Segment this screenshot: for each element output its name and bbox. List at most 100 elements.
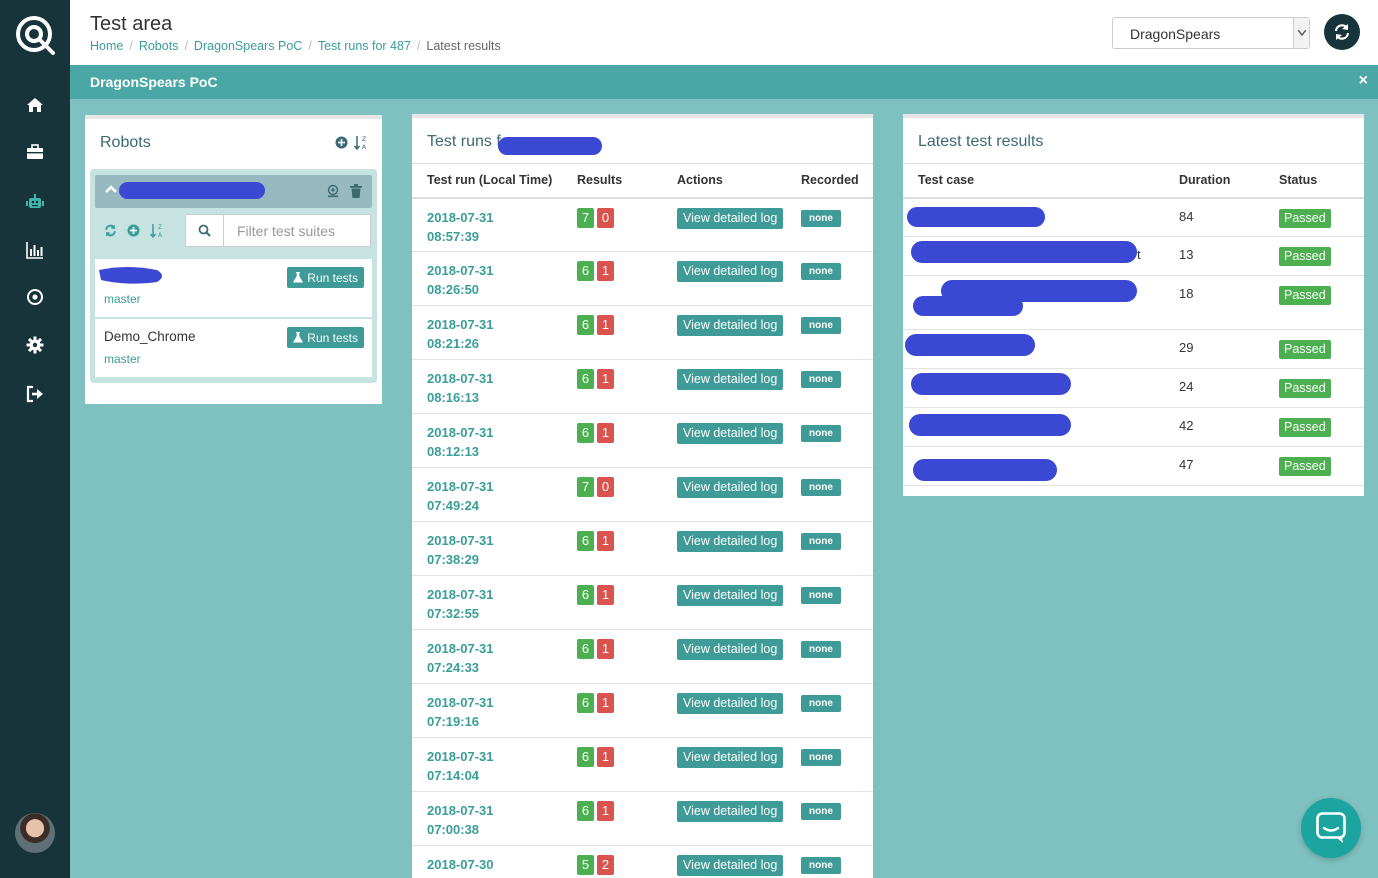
breadcrumb-test-runs[interactable]: Test runs for 487 xyxy=(318,39,411,53)
view-detailed-log-button[interactable]: View detailed log xyxy=(677,801,784,822)
test-run-row: 2018-07-31 08:16:13 6 1 View detailed log no… xyxy=(412,359,873,414)
nav-settings[interactable] xyxy=(0,325,70,365)
recorded-badge: none xyxy=(801,371,841,388)
view-detailed-log-button[interactable]: View detailed log xyxy=(677,207,784,229)
robot-settings-icon[interactable] xyxy=(326,184,340,198)
nav-logout[interactable] xyxy=(0,374,70,414)
run-tests-label: Run tests xyxy=(307,270,358,285)
robot-header[interactable] xyxy=(95,175,372,208)
filter-test-suites-input[interactable] xyxy=(224,215,370,246)
recorded-badge: none xyxy=(801,479,841,496)
test-run-date[interactable]: 2018-07-31 07:00:38 xyxy=(427,801,562,839)
view-detailed-log-button[interactable]: View detailed log xyxy=(677,747,784,768)
nav-projects[interactable] xyxy=(0,132,70,172)
flask-icon xyxy=(293,272,304,283)
run-tests-button[interactable]: Run tests xyxy=(287,327,364,348)
add-suite-icon[interactable] xyxy=(127,224,140,237)
suite-item[interactable]: master Run tests xyxy=(95,259,372,317)
test-run-row: 2018-07-31 07:49:24 7 0 View detailed log no… xyxy=(412,467,873,522)
target-icon xyxy=(27,289,43,305)
column-test-case[interactable]: Test case xyxy=(903,163,1179,199)
test-run-date[interactable]: 2018-07-31 08:57:39 xyxy=(427,208,562,246)
failed-count: 1 xyxy=(597,801,614,821)
redacted-test-name xyxy=(911,373,1071,395)
breadcrumb-home[interactable]: Home xyxy=(90,39,123,53)
status-badge: Passed xyxy=(1279,286,1331,305)
test-run-date[interactable]: 2018-07-31 08:16:13 xyxy=(427,369,562,407)
suite-filter xyxy=(185,214,371,247)
close-icon[interactable]: × xyxy=(1359,72,1368,90)
test-result-row: t 13 Passed xyxy=(903,236,1364,276)
run-tests-button[interactable]: Run tests xyxy=(287,267,364,288)
passed-count: 6 xyxy=(577,585,594,605)
robots-panel: Robots ZA ZA master xyxy=(85,115,382,404)
briefcase-icon xyxy=(27,144,43,159)
test-run-date[interactable]: 2018-07-31 07:38:29 xyxy=(427,531,562,569)
failed-count: 1 xyxy=(597,369,614,389)
recorded-badge: none xyxy=(801,317,841,334)
chat-button[interactable] xyxy=(1301,798,1361,858)
test-result-row: Partner Details Tab47Passed xyxy=(903,446,1364,486)
view-detailed-log-button[interactable]: View detailed log xyxy=(677,531,784,552)
nav-reports[interactable] xyxy=(0,230,70,270)
test-run-date[interactable]: 2018-07-31 08:21:26 xyxy=(427,315,562,353)
refresh-button[interactable] xyxy=(1324,14,1360,50)
column-results[interactable]: Results xyxy=(562,163,662,199)
app-logo-icon[interactable] xyxy=(14,14,56,56)
user-avatar[interactable] xyxy=(15,813,55,853)
recorded-badge: none xyxy=(801,425,841,442)
column-status[interactable]: Status xyxy=(1279,163,1364,199)
recorded-badge: none xyxy=(801,749,841,766)
test-result-row: 84 Passed xyxy=(903,197,1364,237)
sort-suites-icon[interactable]: ZA xyxy=(150,223,164,238)
organization-select[interactable]: DragonSpears xyxy=(1112,17,1310,49)
view-detailed-log-button[interactable]: View detailed log xyxy=(677,261,784,282)
view-detailed-log-button[interactable]: View detailed log xyxy=(677,369,784,390)
add-robot-icon[interactable] xyxy=(335,136,348,149)
test-runs-panel: Test runs f Test run (Local Time) Result… xyxy=(412,114,873,878)
column-recorded[interactable]: Recorded xyxy=(799,163,873,199)
status-badge: Passed xyxy=(1279,208,1331,228)
test-run-date[interactable]: 2018-07-30 15:46:10 xyxy=(427,855,562,878)
suite-branch: master xyxy=(104,292,141,306)
test-run-date[interactable]: 2018-07-31 07:24:33 xyxy=(427,639,562,677)
test-run-date[interactable]: 2018-07-31 07:14:04 xyxy=(427,747,562,785)
suite-item[interactable]: Demo_Chrome master Run tests xyxy=(95,319,372,377)
refresh-suites-icon[interactable] xyxy=(104,224,117,237)
failed-count: 1 xyxy=(597,585,614,605)
test-run-date[interactable]: 2018-07-31 07:32:55 xyxy=(427,585,562,623)
breadcrumb-robots[interactable]: Robots xyxy=(139,39,179,53)
sort-icon[interactable]: ZA xyxy=(354,135,368,150)
view-detailed-log-button[interactable]: View detailed log xyxy=(677,855,784,876)
breadcrumb-project[interactable]: DragonSpears PoC xyxy=(194,39,302,53)
breadcrumb-current: Latest results xyxy=(426,39,501,53)
test-run-date[interactable]: 2018-07-31 07:19:16 xyxy=(427,693,562,731)
failed-count: 0 xyxy=(597,477,614,497)
test-run-row: 2018-07-31 07:00:38 6 1 View detailed log no… xyxy=(412,791,873,846)
test-run-date[interactable]: 2018-07-31 07:49:24 xyxy=(427,477,562,515)
test-run-date[interactable]: 2018-07-31 08:26:50 xyxy=(427,261,562,299)
trash-icon[interactable] xyxy=(350,184,362,198)
view-detailed-log-button[interactable]: View detailed log xyxy=(677,315,784,336)
failed-count: 2 xyxy=(597,855,614,875)
svg-text:Z: Z xyxy=(362,136,366,143)
nav-home[interactable] xyxy=(0,85,70,125)
search-icon[interactable] xyxy=(186,215,224,246)
view-detailed-log-button[interactable]: View detailed log xyxy=(677,423,784,444)
view-detailed-log-button[interactable]: View detailed log xyxy=(677,639,784,660)
home-icon xyxy=(27,98,43,112)
view-detailed-log-button[interactable]: View detailed log xyxy=(677,477,784,498)
nav-targets[interactable] xyxy=(0,277,70,317)
test-run-date[interactable]: 2018-07-31 08:12:13 xyxy=(427,423,562,461)
view-detailed-log-button[interactable]: View detailed log xyxy=(677,585,784,606)
test-duration: 18 xyxy=(1179,275,1279,330)
chevron-up-icon[interactable] xyxy=(105,184,117,194)
breadcrumb: Home / Robots / DragonSpears PoC / Test run… xyxy=(90,39,501,53)
column-actions[interactable]: Actions xyxy=(662,163,799,199)
column-test-run[interactable]: Test run (Local Time) xyxy=(412,163,562,199)
robot-icon xyxy=(26,194,44,208)
redacted-test-name xyxy=(909,414,1071,436)
column-duration[interactable]: Duration xyxy=(1179,163,1279,199)
nav-robots[interactable] xyxy=(0,182,70,222)
view-detailed-log-button[interactable]: View detailed log xyxy=(677,693,784,714)
